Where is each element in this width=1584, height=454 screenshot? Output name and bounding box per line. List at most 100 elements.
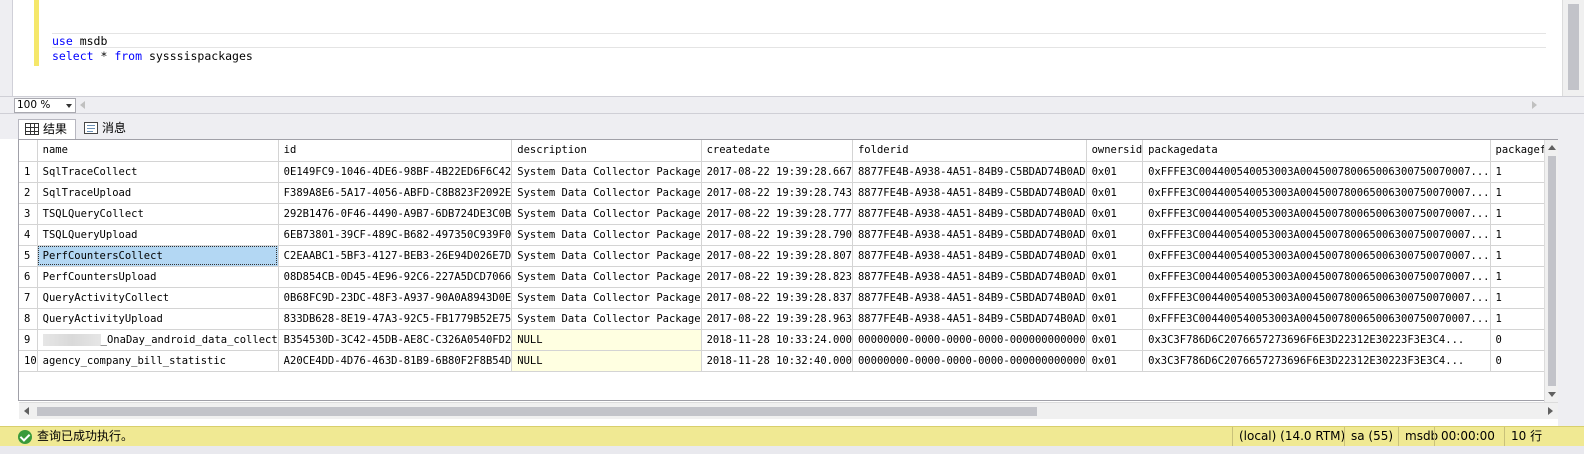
- column-header[interactable]: folderid: [852, 140, 1087, 162]
- cell-description[interactable]: System Data Collector Package: [511, 224, 702, 246]
- tab-messages[interactable]: 消息: [78, 119, 130, 139]
- scroll-up-icon[interactable]: [1548, 145, 1556, 150]
- cell-name[interactable]: QueryActivityCollect: [37, 287, 279, 309]
- row-number-header[interactable]: [19, 140, 38, 162]
- table-row[interactable]: 9 _OnaDay_android_data_collect B354530D-3C…: [19, 329, 1557, 351]
- cell-name[interactable]: PerfCountersCollect: [37, 245, 279, 267]
- cell-packagedata[interactable]: 0xFFFE3C004400540053003A0045007800650063…: [1142, 287, 1491, 309]
- row-number[interactable]: 10: [19, 350, 38, 372]
- cell-folderid[interactable]: 8877FE4B-A938-4A51-84B9-C5BDAD74B0AD: [852, 245, 1087, 267]
- row-number[interactable]: 9: [19, 329, 38, 351]
- scrollbar-thumb[interactable]: [1568, 4, 1579, 90]
- cell-folderid[interactable]: 00000000-0000-0000-0000-000000000000: [852, 329, 1087, 351]
- zoom-dropdown[interactable]: 100 %: [14, 98, 76, 113]
- scroll-left-icon[interactable]: [24, 407, 29, 415]
- cell-packagedata[interactable]: 0xFFFE3C004400540053003A0045007800650063…: [1142, 203, 1491, 225]
- tab-results[interactable]: 结果: [18, 119, 76, 139]
- cell-name[interactable]: SqlTraceCollect: [37, 161, 279, 183]
- cell-packagedata[interactable]: 0xFFFE3C004400540053003A0045007800650063…: [1142, 224, 1491, 246]
- cell-name[interactable]: QueryActivityUpload: [37, 308, 279, 330]
- cell-description[interactable]: System Data Collector Package: [511, 308, 702, 330]
- cell-ownersid[interactable]: 0x01: [1086, 203, 1144, 225]
- cell-id[interactable]: F389A8E6-5A17-4056-ABFD-C8B823F2092E: [278, 182, 513, 204]
- cell-name[interactable]: SqlTraceUpload: [37, 182, 279, 204]
- row-number[interactable]: 6: [19, 266, 38, 288]
- cell-name[interactable]: PerfCountersUpload: [37, 266, 279, 288]
- cell-ownersid[interactable]: 0x01: [1086, 350, 1144, 372]
- cell-createdate[interactable]: 2018-11-28 10:33:24.000: [701, 329, 853, 351]
- cell-id[interactable]: A20CE4DD-4D76-463D-81B9-6B80F2F8B54D: [278, 350, 513, 372]
- cell-description[interactable]: NULL: [511, 329, 702, 351]
- row-number[interactable]: 1: [19, 161, 38, 183]
- cell-description[interactable]: System Data Collector Package: [511, 287, 702, 309]
- scrollbar-thumb[interactable]: [37, 407, 1037, 416]
- cell-createdate[interactable]: 2017-08-22 19:39:28.823: [701, 266, 853, 288]
- cell-packagedata[interactable]: 0xFFFE3C004400540053003A0045007800650063…: [1142, 161, 1491, 183]
- cell-packagedata[interactable]: 0x3C3F786D6C2076657273696F6E3D22312E3022…: [1142, 329, 1491, 351]
- cell-packagedata[interactable]: 0xFFFE3C004400540053003A0045007800650063…: [1142, 308, 1491, 330]
- cell-packagedata[interactable]: 0xFFFE3C004400540053003A0045007800650063…: [1142, 245, 1491, 267]
- query-editor[interactable]: use msdb select * from sysssispackages: [0, 0, 1584, 96]
- cell-folderid[interactable]: 8877FE4B-A938-4A51-84B9-C5BDAD74B0AD: [852, 266, 1087, 288]
- code-line-1[interactable]: use msdb: [52, 33, 1546, 48]
- row-number[interactable]: 7: [19, 287, 38, 309]
- cell-id[interactable]: 6EB73801-39CF-489C-B682-497350C939F0: [278, 224, 513, 246]
- table-row[interactable]: 5 PerfCountersCollect C2EAABC1-5BF3-4127-B…: [19, 245, 1557, 267]
- cell-description[interactable]: System Data Collector Package: [511, 182, 702, 204]
- cell-name[interactable]: TSQLQueryCollect: [37, 203, 279, 225]
- cell-ownersid[interactable]: 0x01: [1086, 224, 1144, 246]
- table-row[interactable]: 8 QueryActivityUpload 833DB628-8E19-47A3-9…: [19, 308, 1557, 330]
- table-row[interactable]: 3 TSQLQueryCollect 292B1476-0F46-4490-A9B7…: [19, 203, 1557, 225]
- column-header[interactable]: createdate: [701, 140, 853, 162]
- table-row[interactable]: 1 SqlTraceCollect 0E149FC9-1046-4DE6-98BF-…: [19, 161, 1557, 183]
- cell-createdate[interactable]: 2017-08-22 19:39:28.963: [701, 308, 853, 330]
- cell-folderid[interactable]: 00000000-0000-0000-0000-000000000000: [852, 350, 1087, 372]
- row-number[interactable]: 3: [19, 203, 38, 225]
- grid-vertical-scrollbar[interactable]: [1544, 140, 1558, 402]
- cell-name[interactable]: agency_company_bill_statistic: [37, 350, 279, 372]
- row-number[interactable]: 5: [19, 245, 38, 267]
- code-line-2[interactable]: select * from sysssispackages: [52, 49, 253, 64]
- cell-ownersid[interactable]: 0x01: [1086, 245, 1144, 267]
- cell-folderid[interactable]: 8877FE4B-A938-4A51-84B9-C5BDAD74B0AD: [852, 287, 1087, 309]
- cell-description[interactable]: System Data Collector Package: [511, 266, 702, 288]
- cell-description[interactable]: System Data Collector Package: [511, 161, 702, 183]
- table-row[interactable]: 10 agency_company_bill_statistic A20CE4DD-…: [19, 350, 1557, 372]
- cell-description[interactable]: System Data Collector Package: [511, 203, 702, 225]
- cell-ownersid[interactable]: 0x01: [1086, 161, 1144, 183]
- scrollbar-thumb[interactable]: [1548, 156, 1556, 386]
- cell-createdate[interactable]: 2017-08-22 19:39:28.667: [701, 161, 853, 183]
- cell-description[interactable]: System Data Collector Package: [511, 245, 702, 267]
- cell-id[interactable]: 0B68FC9D-23DC-48F3-A937-90A0A8943D0E: [278, 287, 513, 309]
- cell-id[interactable]: C2EAABC1-5BF3-4127-BEB3-26E94D026E7D: [278, 245, 513, 267]
- scroll-right-icon[interactable]: [1532, 101, 1537, 109]
- cell-packagedata[interactable]: 0xFFFE3C004400540053003A0045007800650063…: [1142, 182, 1491, 204]
- results-grid[interactable]: name id description createdate folderid …: [18, 139, 1558, 401]
- column-header[interactable]: packagedata: [1142, 140, 1491, 162]
- cell-createdate[interactable]: 2017-08-22 19:39:28.777: [701, 203, 853, 225]
- row-number[interactable]: 4: [19, 224, 38, 246]
- cell-createdate[interactable]: 2017-08-22 19:39:28.743: [701, 182, 853, 204]
- code-area[interactable]: use msdb select * from sysssispackages: [48, 0, 1546, 96]
- column-header[interactable]: name: [37, 140, 279, 162]
- editor-vertical-scrollbar[interactable]: [1562, 0, 1584, 96]
- cell-id[interactable]: B354530D-3C42-45DB-AE8C-C326A0540FD2: [278, 329, 513, 351]
- cell-packagedata[interactable]: 0xFFFE3C004400540053003A0045007800650063…: [1142, 266, 1491, 288]
- cell-id[interactable]: 0E149FC9-1046-4DE6-98BF-4B22ED6F6C42: [278, 161, 513, 183]
- cell-ownersid[interactable]: 0x01: [1086, 266, 1144, 288]
- cell-id[interactable]: 292B1476-0F46-4490-A9B7-6DB724DE3C0B: [278, 203, 513, 225]
- cell-folderid[interactable]: 8877FE4B-A938-4A51-84B9-C5BDAD74B0AD: [852, 203, 1087, 225]
- table-row[interactable]: 4 TSQLQueryUpload 6EB73801-39CF-489C-B682-…: [19, 224, 1557, 246]
- cell-folderid[interactable]: 8877FE4B-A938-4A51-84B9-C5BDAD74B0AD: [852, 224, 1087, 246]
- scroll-down-icon[interactable]: [1548, 392, 1556, 397]
- row-number[interactable]: 2: [19, 182, 38, 204]
- cell-name[interactable]: TSQLQueryUpload: [37, 224, 279, 246]
- cell-id[interactable]: 08D854CB-0D45-4E96-92C6-227A5DCD7066: [278, 266, 513, 288]
- cell-ownersid[interactable]: 0x01: [1086, 308, 1144, 330]
- cell-createdate[interactable]: 2017-08-22 19:39:28.807: [701, 245, 853, 267]
- table-row[interactable]: 2 SqlTraceUpload F389A8E6-5A17-4056-ABFD-C…: [19, 182, 1557, 204]
- cell-createdate[interactable]: 2017-08-22 19:39:28.790: [701, 224, 853, 246]
- cell-name[interactable]: _OnaDay_android_data_collect: [37, 329, 279, 351]
- grid-horizontal-scrollbar[interactable]: [19, 402, 1558, 419]
- cell-folderid[interactable]: 8877FE4B-A938-4A51-84B9-C5BDAD74B0AD: [852, 308, 1087, 330]
